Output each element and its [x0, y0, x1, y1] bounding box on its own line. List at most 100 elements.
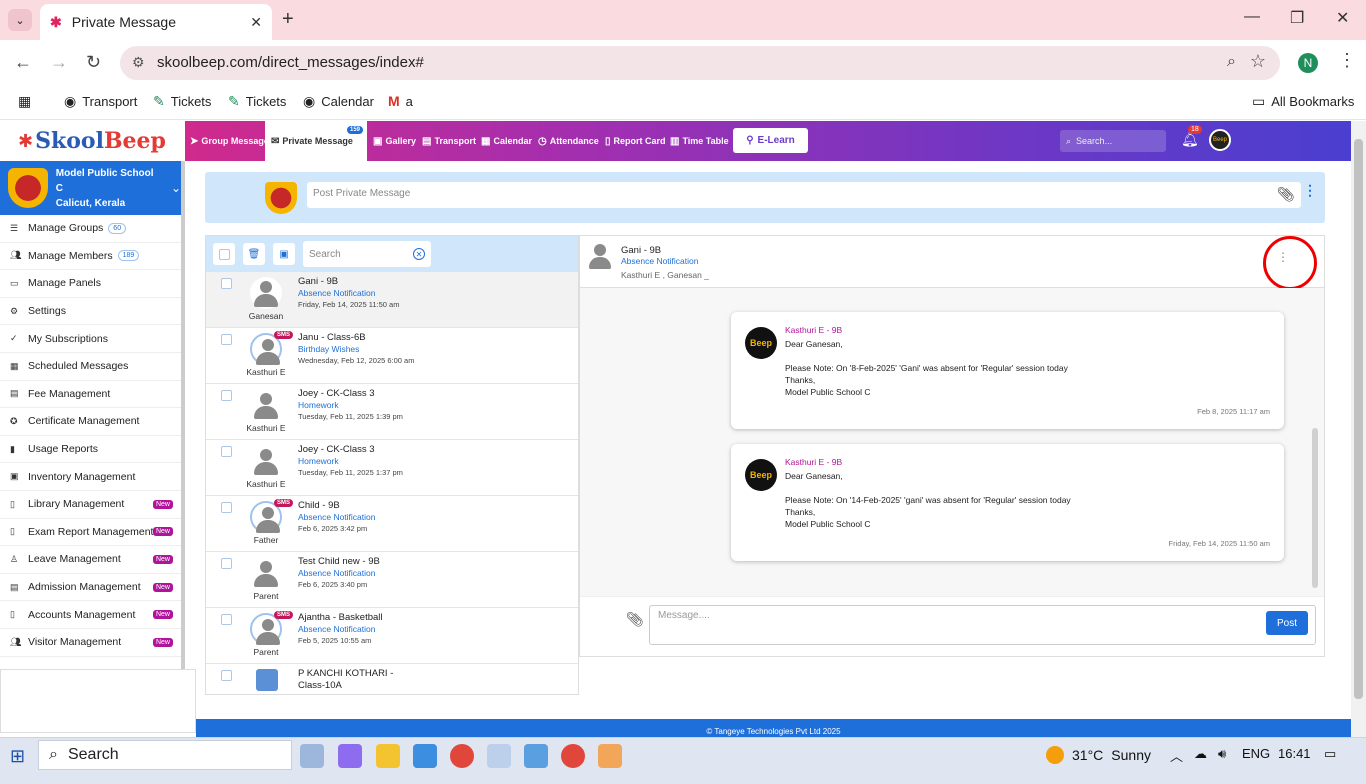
network-icon[interactable]: ☁ [1194, 746, 1207, 762]
back-icon[interactable]: ← [14, 52, 32, 73]
taskbar-search[interactable]: ⌕ Search [38, 740, 292, 770]
omnibox[interactable]: ⚙ skoolbeep.com/direct_messages/index# ⌕… [120, 46, 1280, 80]
profile-avatar[interactable]: N [1298, 53, 1318, 73]
message-input[interactable]: Message.... [649, 605, 1316, 645]
sidebar-item-admission-management[interactable]: ▤ Admission Management New [0, 574, 181, 602]
bookmark-tickets-2[interactable]: ✎ Tickets [228, 93, 286, 110]
sidebar-item-inventory-management[interactable]: ▣ Inventory Management [0, 463, 181, 491]
maximize-button[interactable]: ❐ [1290, 8, 1304, 28]
list-item[interactable]: Kasthuri E Joey - CK-Class 3 Homework Tu… [206, 384, 578, 440]
nav-time-table[interactable]: ▥ Time Table [670, 121, 729, 161]
nav-report-card[interactable]: ▯ Report Card [605, 121, 666, 161]
url-text[interactable]: skoolbeep.com/direct_messages/index# [157, 54, 424, 71]
tray-chevron-icon[interactable]: ︿ [1170, 746, 1183, 765]
attach-icon[interactable]: 📎︎ [626, 611, 644, 628]
attach-icon[interactable]: 📎︎ [1277, 186, 1295, 203]
app-logo[interactable]: ✱ SkoolBeep [0, 121, 185, 161]
sidebar-item-certificate-management[interactable]: ✪ Certificate Management [0, 408, 181, 436]
list-item[interactable]: Parent Test Child new - 9B Absence Notif… [206, 552, 578, 608]
sidebar-item-accounts-management[interactable]: ▯ Accounts Management New [0, 601, 181, 629]
app-search-input[interactable]: ⌕ Search... [1060, 130, 1166, 152]
all-bookmarks[interactable]: ▭ All Bookmarks [1252, 93, 1354, 110]
nav-transport[interactable]: ▤ Transport [422, 121, 476, 161]
post-private-message-input[interactable]: Post Private Message [307, 182, 1301, 208]
windows-start-icon[interactable]: ⊞ [10, 746, 25, 767]
bookmark-star-icon[interactable]: ☆ [1250, 51, 1266, 72]
delete-icon[interactable]: 🗑︎ [243, 243, 265, 265]
list-item[interactable]: Ganesan Gani - 9B Absence Notification F… [206, 272, 578, 328]
row-checkbox[interactable] [221, 614, 232, 625]
school-selector[interactable]: Model Public School C Calicut, Kerala ⌄ [0, 161, 181, 215]
sidebar-item-fee-management[interactable]: ▤ Fee Management [0, 381, 181, 409]
post-options-icon[interactable]: ⋮ [1303, 182, 1317, 199]
row-checkbox[interactable] [221, 502, 232, 513]
chrome-icon[interactable] [450, 744, 474, 768]
browser-menu-icon[interactable]: ⋮ [1338, 50, 1356, 71]
nav-private-message[interactable]: ✉ Private Message 159 [265, 121, 367, 161]
select-all-checkbox[interactable] [213, 243, 235, 265]
nav-attendance[interactable]: ◷ Attendance [538, 121, 599, 161]
sidebar-item-visitor-management[interactable]: 👥︎ Visitor Management New [0, 629, 181, 657]
close-window-button[interactable]: ✕ [1336, 8, 1349, 28]
clock[interactable]: 16:41 [1278, 746, 1311, 761]
language-indicator[interactable]: ENG [1242, 746, 1270, 761]
sidebar-item-settings[interactable]: ⚙ Settings [0, 298, 181, 326]
zoom-icon[interactable]: ⌕ [1227, 53, 1236, 71]
conversation-scrollbar[interactable] [1312, 428, 1318, 588]
post-button[interactable]: Post [1266, 611, 1308, 635]
notifications-icon[interactable]: ▭ [1324, 746, 1336, 762]
page-scroll-thumb[interactable] [1354, 139, 1363, 699]
list-item[interactable]: SMS Kasthuri E Janu - Class-6B Birthday … [206, 328, 578, 384]
row-checkbox[interactable] [221, 278, 232, 289]
close-tab-icon[interactable]: ✕ [250, 14, 262, 31]
apps-grid-icon[interactable]: ▦ [18, 93, 31, 110]
copilot-icon[interactable] [338, 744, 362, 768]
row-checkbox[interactable] [221, 390, 232, 401]
tab-search-button[interactable]: ⌄ [8, 9, 32, 31]
bookmark-transport[interactable]: ◉ Transport [64, 93, 137, 110]
archive-icon[interactable]: ▣ [273, 243, 295, 265]
file-explorer-icon[interactable] [376, 744, 400, 768]
chrome-profile-icon[interactable] [561, 744, 585, 768]
list-item[interactable]: SMS Parent Ajantha - Basketball Absence … [206, 608, 578, 664]
user-avatar[interactable]: Beep [1209, 129, 1231, 151]
sidebar-item-leave-management[interactable]: ♙ Leave Management New [0, 546, 181, 574]
sidebar-item-manage-panels[interactable]: ▭ Manage Panels [0, 270, 181, 298]
row-checkbox[interactable] [221, 558, 232, 569]
bookmark-calendar[interactable]: ◉ Calendar [303, 93, 374, 110]
sidebar-item-exam-report-management[interactable]: ▯ Exam Report Management New [0, 519, 181, 547]
paint-icon[interactable] [598, 744, 622, 768]
sidebar-item-my-subscriptions[interactable]: ✓ My Subscriptions [0, 325, 181, 353]
chrome-active-icon[interactable] [487, 744, 511, 768]
list-item[interactable]: SMS Father Child - 9B Absence Notificati… [206, 496, 578, 552]
sidebar-item-manage-members[interactable]: 👥︎ Manage Members 189 [0, 243, 181, 271]
bookmark-tickets-1[interactable]: ✎ Tickets [153, 93, 211, 110]
forward-icon[interactable]: → [50, 52, 68, 73]
sidebar-item-library-management[interactable]: ▯ Library Management New [0, 491, 181, 519]
site-info-icon[interactable]: ⚙ [132, 54, 145, 71]
row-checkbox[interactable] [221, 446, 232, 457]
conversation-body[interactable]: Beep Kasthuri E - 9B Dear Ganesan, Pleas… [580, 288, 1324, 596]
nav-gallery[interactable]: ▣ Gallery [373, 121, 416, 161]
notepad-icon[interactable] [524, 744, 548, 768]
list-item[interactable]: P KANCHI KOTHARI - Class-10A [206, 664, 578, 694]
volume-icon[interactable]: 🔊︎ [1218, 746, 1226, 762]
clear-search-icon[interactable]: ✕ [413, 248, 425, 260]
elearn-button[interactable]: ⚲ E-Learn [733, 128, 808, 153]
sidebar-item-scheduled-messages[interactable]: ▦ Scheduled Messages [0, 353, 181, 381]
list-item[interactable]: Kasthuri E Joey - CK-Class 3 Homework Tu… [206, 440, 578, 496]
sidebar-item-usage-reports[interactable]: ▮ Usage Reports [0, 436, 181, 464]
nav-group-message[interactable]: ➤ Group Message [190, 121, 269, 161]
minimize-button[interactable]: — [1244, 8, 1260, 26]
reload-icon[interactable]: ↻ [86, 52, 101, 73]
weather-widget[interactable]: 31°C Sunny [1046, 746, 1151, 764]
new-tab-button[interactable]: + [282, 8, 294, 31]
bookmark-gmail[interactable]: Ma [388, 93, 413, 109]
sidebar-item-manage-groups[interactable]: ☰ Manage Groups 60 [0, 215, 181, 243]
nav-calendar[interactable]: ▦ Calendar [481, 121, 532, 161]
row-checkbox[interactable] [221, 334, 232, 345]
row-checkbox[interactable] [221, 670, 232, 681]
store-icon[interactable] [413, 744, 437, 768]
list-search-input[interactable]: Search ✕ [303, 241, 431, 267]
browser-tab[interactable]: ✱ Private Message ✕ [40, 4, 272, 40]
